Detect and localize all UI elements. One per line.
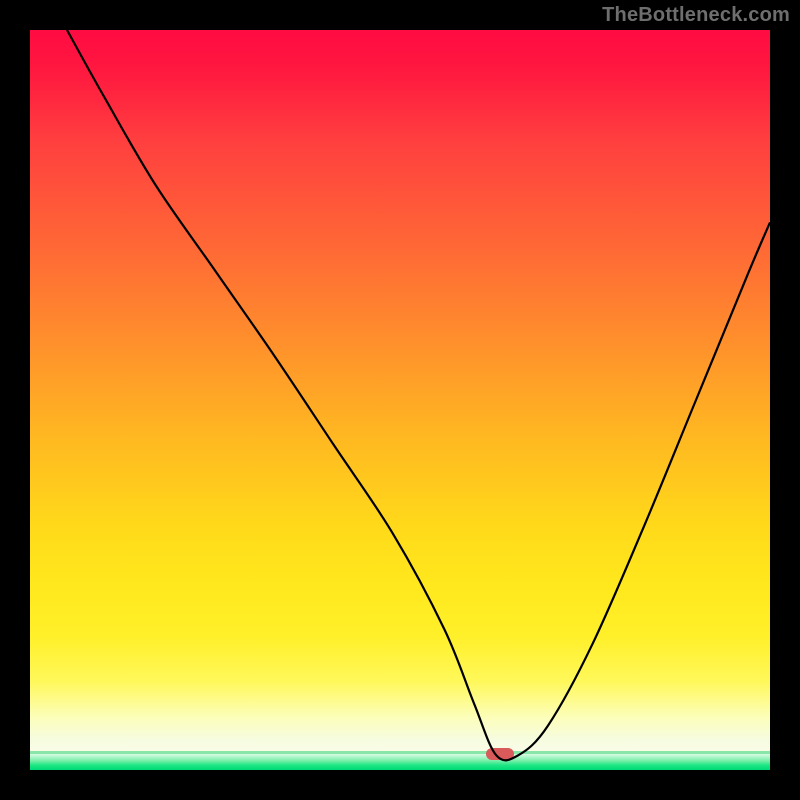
watermark-text: TheBottleneck.com	[602, 4, 790, 27]
curve-svg	[30, 30, 770, 770]
chart-frame: TheBottleneck.com	[0, 0, 800, 800]
bottleneck-curve-path	[67, 30, 770, 760]
plot-area	[30, 30, 770, 770]
